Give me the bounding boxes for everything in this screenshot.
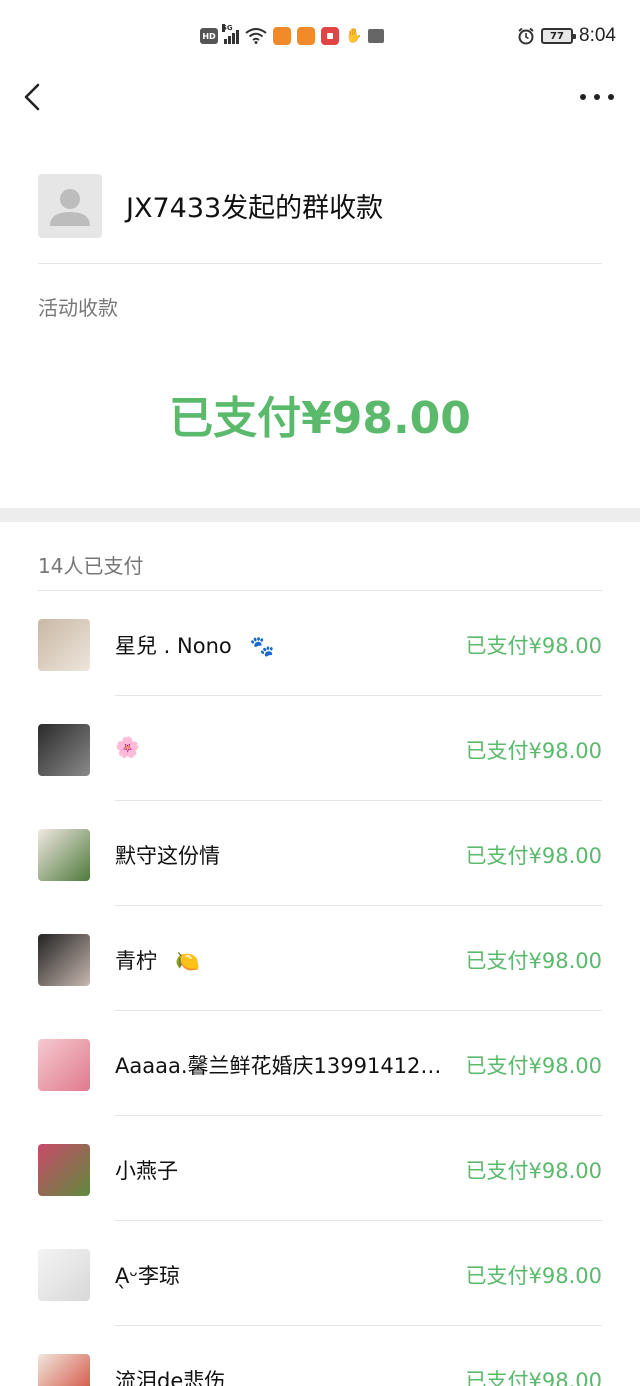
paid-status: 已支付¥98.00 <box>465 949 602 973</box>
clock: 8:04 <box>579 25 616 46</box>
list-item[interactable]: 流泪de悲伤 已支付¥98.00 <box>0 1326 640 1386</box>
emoji-icon: 🌸 <box>115 735 140 759</box>
cellular-signal-icon: 5G <box>222 24 239 44</box>
avatar[interactable] <box>38 1144 90 1196</box>
participant-name-text: 青柠 <box>115 949 157 973</box>
paid-status: 已支付¥98.00 <box>465 739 602 763</box>
participant-list: 星兒 . Nono 🐾 已支付¥98.00 🌸 已支付¥98.00 默守这份情 已支付¥98… <box>0 591 640 1386</box>
battery-icon: 77 <box>541 28 577 44</box>
status-right: 77 8:04 <box>517 22 616 50</box>
list-item[interactable]: 默守这份情 已支付¥98.00 <box>0 801 640 906</box>
paid-status: 已支付¥98.00 <box>465 844 602 868</box>
list-item[interactable]: 青柠 🍋 已支付¥98.00 <box>0 906 640 1011</box>
paid-status: 已支付¥98.00 <box>465 1264 602 1288</box>
list-item[interactable]: 🌸 已支付¥98.00 <box>0 696 640 801</box>
section-divider <box>0 508 640 522</box>
paid-amount: 已支付¥98.00 <box>169 393 471 444</box>
list-item[interactable]: 星兒 . Nono 🐾 已支付¥98.00 <box>0 591 640 696</box>
avatar[interactable] <box>38 724 90 776</box>
page-title: JX7433发起的群收款 <box>126 193 384 224</box>
hand-icon: ✋ <box>345 28 363 44</box>
wifi-icon <box>245 28 267 44</box>
avatar[interactable] <box>38 829 90 881</box>
taobao-app-icon <box>273 27 291 45</box>
participant-name: Aaaaa.馨兰鲜花婚庆13991412… <box>115 1050 441 1080</box>
avatar[interactable] <box>38 1249 90 1301</box>
list-item[interactable]: A̖ᵕ李琼 已支付¥98.00 <box>0 1221 640 1326</box>
alarm-icon <box>518 27 534 45</box>
participant-name: 青柠 🍋 <box>115 945 200 975</box>
avatar[interactable] <box>38 1354 90 1386</box>
hms-icon <box>368 29 385 43</box>
participant-name: 🌸 <box>115 735 140 759</box>
list-item[interactable]: Aaaaa.馨兰鲜花婚庆13991412… 已支付¥98.00 <box>0 1011 640 1116</box>
avatar[interactable] <box>38 1039 90 1091</box>
avatar[interactable] <box>38 934 90 986</box>
group-collection-header: JX7433发起的群收款 <box>38 172 602 264</box>
avatar[interactable] <box>38 619 90 671</box>
participant-name: 星兒 . Nono 🐾 <box>115 630 275 660</box>
taobao-app-icon-2 <box>297 27 315 45</box>
status-bar: HD 5G ✋ 77 8:04 <box>0 0 640 72</box>
participant-name-text: Aaaaa.馨兰鲜花婚庆13991412… <box>115 1054 442 1078</box>
participant-name-text: 默守这份情 <box>115 844 220 868</box>
participant-name-text: A̖ᵕ李琼 <box>115 1264 181 1288</box>
participant-name-text: 流泪de悲伤 <box>115 1369 226 1386</box>
status-icons: HD 5G ✋ <box>200 24 385 48</box>
participant-name: 小燕子 <box>115 1155 178 1185</box>
paid-status: 已支付¥98.00 <box>465 1369 602 1386</box>
emoji-icon: 🐾 <box>249 634 275 658</box>
participant-name: A̖ᵕ李琼 <box>115 1260 180 1290</box>
participant-name: 默守这份情 <box>115 840 220 870</box>
more-options-icon[interactable] <box>580 86 614 108</box>
participant-name: 流泪de悲伤 <box>115 1365 225 1386</box>
participant-name-text: 星兒 . Nono <box>115 634 232 658</box>
notes-app-icon <box>321 27 339 45</box>
paid-status: 已支付¥98.00 <box>465 634 602 658</box>
hd-icon: HD <box>200 28 218 44</box>
list-item[interactable]: 小燕子 已支付¥98.00 <box>0 1116 640 1221</box>
paid-status: 已支付¥98.00 <box>465 1054 602 1078</box>
back-icon[interactable] <box>18 80 48 114</box>
network-type-label: 5G <box>222 24 233 32</box>
default-avatar-icon <box>38 174 102 238</box>
nav-bar <box>0 72 640 122</box>
emoji-icon: 🍋 <box>175 949 200 973</box>
activity-label: 活动收款 <box>38 296 118 320</box>
participant-name-text: 小燕子 <box>115 1159 178 1183</box>
paid-count-label: 14人已支付 <box>38 554 144 578</box>
paid-status: 已支付¥98.00 <box>465 1159 602 1183</box>
